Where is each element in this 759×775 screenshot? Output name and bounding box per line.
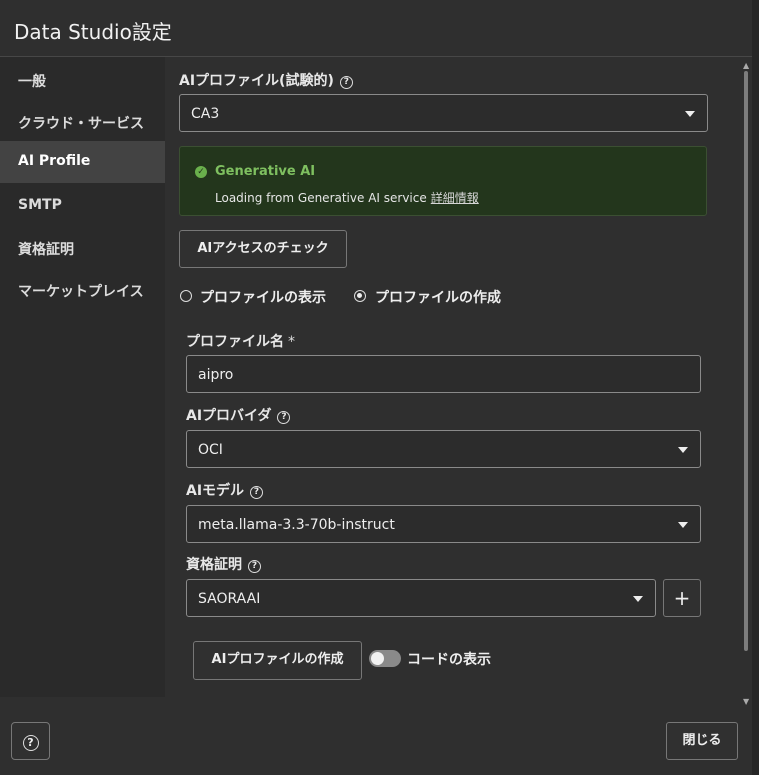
credential-label-text: 資格証明 bbox=[186, 557, 242, 573]
add-credential-button[interactable]: + bbox=[663, 579, 701, 617]
ai-profile-panel: AIプロファイル(試験的)? CA3 ✓ Generative AI Loadi… bbox=[165, 57, 740, 707]
show-code-label: コードの表示 bbox=[407, 652, 491, 668]
sidebar-item-label: AI Profile bbox=[18, 153, 91, 169]
provider-label: AIプロバイダ? bbox=[186, 405, 291, 425]
sidebar-item-credentials[interactable]: 資格証明 bbox=[0, 227, 165, 269]
sidebar-item-label: クラウド・サービス bbox=[18, 116, 144, 132]
ai-profile-select[interactable]: CA3 bbox=[179, 94, 708, 132]
alert-message: Loading from Generative AI service 詳細情報 bbox=[215, 189, 479, 206]
dialog-header: Data Studio設定 bbox=[0, 0, 752, 57]
model-label-text: AIモデル bbox=[186, 483, 245, 499]
radio-show-profile-label[interactable]: プロファイルの表示 bbox=[200, 287, 326, 307]
credential-label: 資格証明? bbox=[186, 554, 261, 574]
credential-select-value: SAORAAI bbox=[198, 591, 261, 607]
radio-show-profile[interactable] bbox=[180, 290, 192, 302]
sidebar-item-general[interactable]: 一般 bbox=[0, 59, 165, 101]
sidebar-item-smtp[interactable]: SMTP bbox=[0, 185, 165, 227]
background-window-edge bbox=[752, 0, 759, 775]
sidebar-item-marketplace[interactable]: マーケットプレイス bbox=[0, 269, 165, 311]
radio-create-profile-label[interactable]: プロファイルの作成 bbox=[375, 287, 501, 307]
profile-name-label-text: プロファイル名 bbox=[186, 334, 284, 350]
radio-create-profile[interactable] bbox=[354, 290, 366, 302]
sidebar-item-ai-profile[interactable]: AI Profile bbox=[0, 141, 165, 183]
generative-ai-alert: ✓ Generative AI Loading from Generative … bbox=[179, 146, 707, 216]
scroll-down-icon[interactable]: ▼ bbox=[743, 697, 749, 706]
help-icon[interactable]: ? bbox=[248, 560, 261, 573]
settings-dialog: Data Studio設定 一般 クラウド・サービス AI Profile SM… bbox=[0, 0, 753, 775]
sidebar-item-label: 一般 bbox=[18, 74, 46, 90]
content-scrollbar[interactable]: ▲ ▼ bbox=[741, 57, 751, 712]
provider-label-text: AIプロバイダ bbox=[186, 408, 272, 424]
alert-title: Generative AI bbox=[215, 164, 316, 179]
alert-message-text: Loading from Generative AI service bbox=[215, 191, 427, 205]
scroll-up-icon[interactable]: ▲ bbox=[743, 61, 749, 70]
chevron-down-icon bbox=[678, 447, 688, 453]
close-button[interactable]: 閉じる bbox=[666, 722, 738, 760]
chevron-down-icon bbox=[633, 596, 643, 602]
sidebar-item-cloud-services[interactable]: クラウド・サービス bbox=[0, 101, 165, 143]
help-icon[interactable]: ? bbox=[277, 411, 291, 424]
settings-sidebar: 一般 クラウド・サービス AI Profile SMTP 資格証明 マーケットプ… bbox=[0, 57, 165, 697]
sidebar-item-label: SMTP bbox=[18, 197, 62, 213]
check-ai-access-button[interactable]: AIアクセスのチェック bbox=[179, 230, 347, 268]
required-mark: * bbox=[288, 334, 295, 350]
help-button[interactable]: ? bbox=[11, 722, 50, 760]
sidebar-item-label: マーケットプレイス bbox=[18, 284, 144, 300]
sidebar-item-label: 資格証明 bbox=[18, 242, 74, 258]
ai-profile-label-text: AIプロファイル(試験的) bbox=[179, 73, 334, 89]
credential-select[interactable]: SAORAAI bbox=[186, 579, 656, 617]
help-icon[interactable]: ? bbox=[250, 486, 264, 499]
learn-more-link[interactable]: 詳細情報 bbox=[431, 191, 479, 205]
ai-profile-select-value: CA3 bbox=[191, 106, 220, 122]
profile-name-input[interactable]: aipro bbox=[186, 355, 701, 393]
chevron-down-icon bbox=[678, 522, 688, 528]
model-select-value: meta.llama-3.3-70b-instruct bbox=[198, 517, 395, 533]
show-code-toggle[interactable] bbox=[369, 650, 401, 667]
profile-name-value: aipro bbox=[198, 367, 234, 383]
chevron-down-icon bbox=[685, 111, 695, 117]
provider-select-value: OCI bbox=[198, 442, 223, 458]
provider-select[interactable]: OCI bbox=[186, 430, 701, 468]
check-circle-icon: ✓ bbox=[195, 166, 207, 178]
scrollbar-thumb[interactable] bbox=[744, 71, 748, 651]
dialog-title: Data Studio設定 bbox=[14, 20, 172, 44]
ai-profile-label: AIプロファイル(試験的)? bbox=[179, 70, 353, 90]
profile-name-label: プロファイル名 * bbox=[186, 331, 295, 351]
create-ai-profile-button[interactable]: AIプロファイルの作成 bbox=[193, 641, 362, 680]
model-select[interactable]: meta.llama-3.3-70b-instruct bbox=[186, 505, 701, 543]
help-circle-icon: ? bbox=[22, 735, 39, 751]
model-label: AIモデル? bbox=[186, 480, 264, 500]
help-icon[interactable]: ? bbox=[339, 76, 353, 89]
